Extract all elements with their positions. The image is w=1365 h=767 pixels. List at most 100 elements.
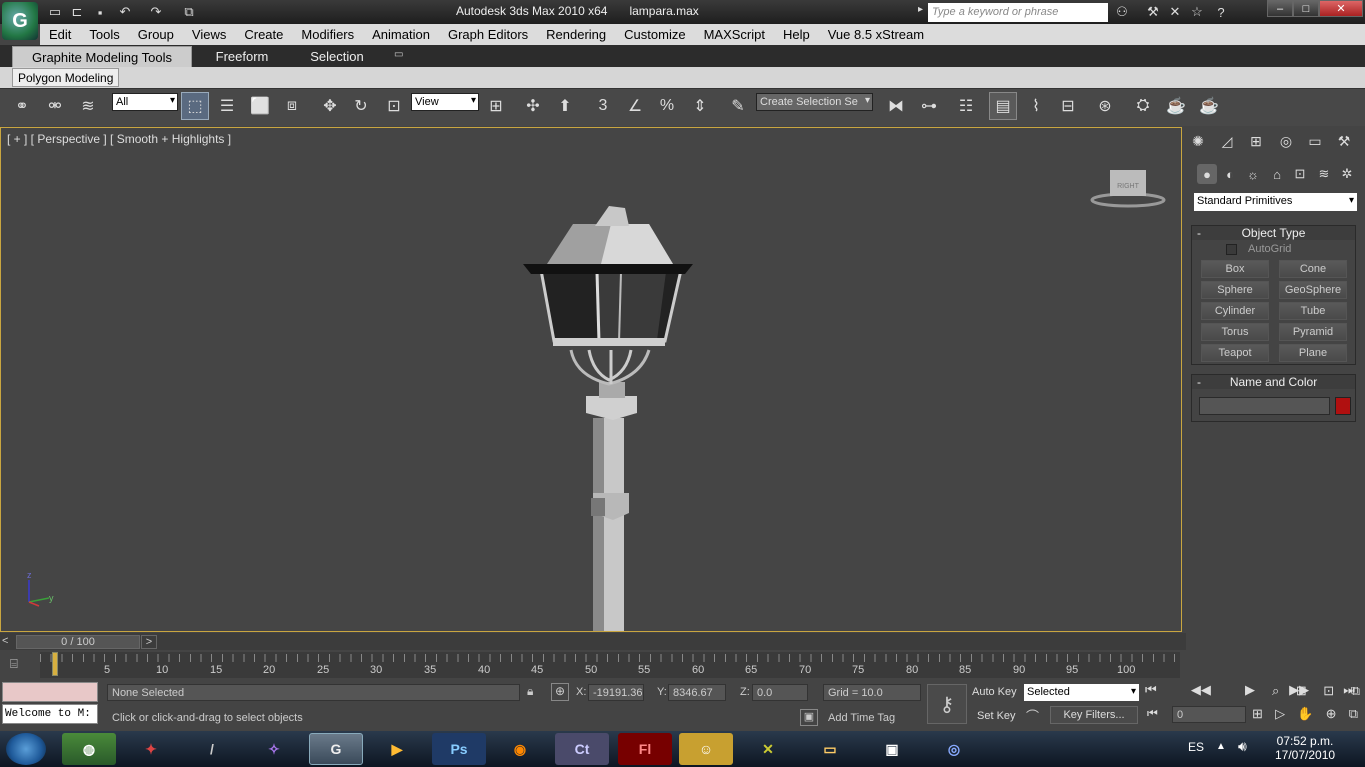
torus-button[interactable]: Torus — [1201, 323, 1269, 341]
helpers-icon[interactable]: ⊡ — [1290, 164, 1310, 184]
maximize-viewport-icon[interactable]: ⧉ — [1349, 706, 1358, 722]
time-config-icon[interactable]: ⊞ — [1252, 706, 1263, 722]
maxscript-listener[interactable]: Welcome to M: — [2, 704, 98, 724]
taskbar-app-globe-icon[interactable]: ◍ — [62, 733, 116, 765]
menu-group[interactable]: Group — [129, 27, 183, 42]
taskbar-app-blue-icon[interactable]: ◎ — [927, 733, 981, 765]
select-by-name-icon[interactable]: ☰ — [213, 92, 241, 120]
menu-customize[interactable]: Customize — [615, 27, 694, 42]
rotate-icon[interactable]: ↻ — [347, 92, 375, 120]
tray-expand-icon[interactable]: ▲ — [1216, 741, 1226, 752]
save-icon[interactable]: ▪ — [91, 3, 109, 21]
align-icon[interactable]: ⊶ — [915, 92, 943, 120]
curve-editor-icon[interactable]: ⌇ — [1022, 92, 1050, 120]
lamp-post-model[interactable] — [1, 128, 1181, 631]
object-color-swatch[interactable] — [1335, 397, 1351, 415]
menu-create[interactable]: Create — [235, 27, 292, 42]
space-warps-icon[interactable]: ≋ — [1314, 164, 1334, 184]
autogrid-checkbox[interactable] — [1226, 244, 1237, 255]
geometry-icon[interactable]: ● — [1197, 164, 1217, 184]
material-editor-icon[interactable]: ⊛ — [1091, 92, 1119, 120]
menu-views[interactable]: Views — [183, 27, 235, 42]
add-time-tag-icon[interactable]: ▣ — [800, 709, 818, 726]
ribbon-options-icon[interactable]: ▭ — [382, 46, 415, 67]
auto-key-button[interactable]: Auto Key — [972, 686, 1017, 698]
binoculars-icon[interactable]: ⚇ — [1112, 2, 1132, 22]
key-mode-toggle-icon[interactable]: ⏮ — [1147, 706, 1158, 721]
current-frame-field[interactable]: 0 — [1172, 706, 1246, 723]
z-coordinate-field[interactable]: 0.0 — [752, 684, 808, 701]
motion-tab-icon[interactable]: ◎ — [1275, 131, 1297, 151]
display-tab-icon[interactable]: ▭ — [1304, 131, 1326, 151]
schematic-view-icon[interactable]: ⊟ — [1054, 92, 1082, 120]
taskbar-3dsmax-icon[interactable]: G — [309, 733, 363, 765]
lights-icon[interactable]: ☼ — [1243, 164, 1263, 184]
set-key-key-icon[interactable]: ⚷ — [927, 684, 967, 724]
menu-graph-editors[interactable]: Graph Editors — [439, 27, 537, 42]
taskbar-contribute-icon[interactable]: Ct — [555, 733, 609, 765]
plane-button[interactable]: Plane — [1279, 344, 1347, 362]
rendered-frame-icon[interactable]: ☕ — [1162, 92, 1190, 120]
zoom-extents-all-icon[interactable]: ⧉ — [1351, 683, 1360, 699]
percent-snap-icon[interactable]: % — [653, 92, 681, 120]
select-manipulate-icon[interactable]: ✣ — [519, 92, 547, 120]
shapes-icon[interactable]: ◐ — [1220, 164, 1240, 184]
menu-help[interactable]: Help — [774, 27, 819, 42]
pan-icon[interactable]: ✋ — [1297, 706, 1313, 722]
selection-lock-icon[interactable]: 🔒︎ — [527, 684, 541, 699]
time-slider[interactable]: 0 / 100 — [16, 635, 140, 649]
menu-tools[interactable]: Tools — [80, 27, 128, 42]
modify-tab-icon[interactable]: ◿ — [1216, 131, 1238, 151]
help-icon[interactable]: ? — [1211, 2, 1231, 22]
menu-maxscript[interactable]: MAXScript — [695, 27, 774, 42]
pyramid-button[interactable]: Pyramid — [1279, 323, 1347, 341]
teapot-button[interactable]: Teapot — [1201, 344, 1269, 362]
taskbar-explorer-icon[interactable]: ▭ — [803, 733, 857, 765]
play-icon[interactable]: ▶ — [1245, 682, 1255, 698]
render-production-icon[interactable]: ☕ — [1195, 92, 1223, 120]
tube-button[interactable]: Tube — [1279, 302, 1347, 320]
redo-icon[interactable]: ↷ — [147, 3, 165, 21]
language-indicator[interactable]: ES — [1188, 740, 1204, 754]
primitive-category-dropdown[interactable]: Standard Primitives ▾ — [1194, 193, 1357, 211]
zoom-extents-icon[interactable]: ⊡ — [1323, 683, 1334, 699]
bind-space-warp-icon[interactable]: ≋ — [74, 92, 102, 120]
menu-animation[interactable]: Animation — [363, 27, 439, 42]
hierarchy-tab-icon[interactable]: ⊞ — [1245, 131, 1267, 151]
favorites-star-icon[interactable]: ☆ — [1187, 2, 1207, 22]
maxscript-listener-pink[interactable] — [2, 682, 98, 702]
menu-vue[interactable]: Vue 8.5 xStream — [819, 27, 933, 42]
snaps-toggle-icon[interactable]: 3 — [589, 92, 617, 120]
pivot-center-icon[interactable]: ⊞ — [482, 92, 510, 120]
start-button-icon[interactable] — [6, 733, 46, 765]
previous-frame-icon[interactable]: ◀◀ — [1191, 682, 1211, 698]
edit-named-selection-icon[interactable]: ✎ — [724, 92, 752, 120]
close-button[interactable]: ✕ — [1319, 0, 1363, 17]
open-file-icon[interactable]: ⊏ — [68, 3, 86, 21]
next-frame-arrow-icon[interactable]: > — [141, 635, 157, 649]
utilities-tab-icon[interactable]: ⚒ — [1333, 131, 1355, 151]
selection-filter-dropdown[interactable]: All — [112, 93, 178, 111]
key-tangent-icon[interactable]: ⌒ — [1026, 706, 1046, 724]
graphite-toggle-icon[interactable]: ▤ — [989, 92, 1017, 120]
taskbar-app-yellow-icon[interactable]: ✕ — [741, 733, 795, 765]
cylinder-button[interactable]: Cylinder — [1201, 302, 1269, 320]
x-coordinate-field[interactable]: -19191.36 — [588, 684, 644, 701]
menu-modifiers[interactable]: Modifiers — [292, 27, 363, 42]
object-type-header[interactable]: - Object Type — [1192, 226, 1355, 240]
angle-snap-icon[interactable]: ∠ — [621, 92, 649, 120]
zoom-all-icon[interactable]: ⊞ — [1296, 683, 1307, 699]
move-icon[interactable]: ✥ — [316, 92, 344, 120]
cameras-icon[interactable]: ⌂ — [1267, 164, 1287, 184]
orbit-icon[interactable]: ⊕ — [1326, 706, 1337, 722]
y-coordinate-field[interactable]: 8346.67 — [668, 684, 726, 701]
unlink-icon[interactable]: ⚮ — [41, 92, 69, 120]
communication-center-icon[interactable]: ⚒ — [1143, 2, 1163, 22]
project-folder-icon[interactable]: ⧉ — [180, 3, 198, 21]
add-time-tag[interactable]: Add Time Tag — [823, 709, 921, 726]
undo-icon[interactable]: ↶ — [116, 3, 134, 21]
taskbar-window-icon[interactable]: ▣ — [865, 733, 919, 765]
menu-edit[interactable]: Edit — [40, 27, 80, 42]
prev-frame-arrow-icon[interactable]: < — [2, 635, 14, 649]
absolute-mode-icon[interactable]: ⊕ — [551, 683, 569, 701]
